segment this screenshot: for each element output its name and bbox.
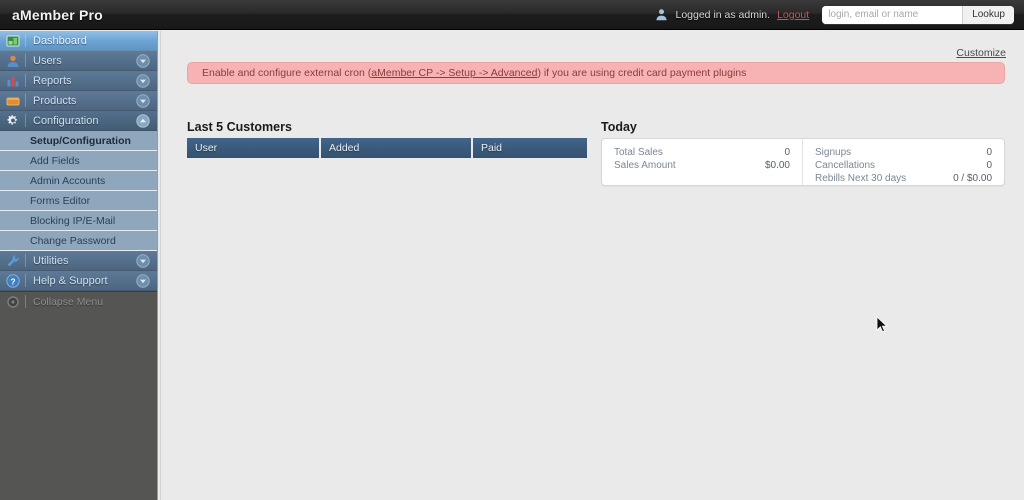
sidebar-subitem-add-fields[interactable]: Add Fields [0,151,157,171]
sidebar-item-label: Dashboard [33,34,87,47]
sidebar-subitem-change-password[interactable]: Change Password [0,231,157,251]
sidebar-item-label: Utilities [33,254,69,267]
sidebar-item-help-support[interactable]: ? Help & Support [0,271,157,291]
stat-value: 0 [986,160,992,171]
sidebar-item-label: Configuration [33,114,99,127]
stat-label: Cancellations [815,160,876,171]
header-right-group: Logged in as admin. Logout Lookup [655,5,1014,24]
chevron-down-icon[interactable] [136,73,150,88]
mouse-cursor [876,316,888,334]
users-icon [6,54,20,68]
stat-value: 0 [784,147,790,158]
collapse-menu-button[interactable]: Collapse Menu [0,291,157,311]
login-status-text: Logged in as admin. [675,8,771,21]
alert-config-link[interactable]: aMember CP -> Setup -> Advanced [371,67,537,79]
wrench-icon [6,254,20,268]
nav-divider [25,74,26,87]
svg-text:?: ? [10,276,15,286]
table-header-row: User Added Paid [187,138,587,158]
help-icon: ? [6,273,20,288]
sidebar-item-label: Users [33,54,62,67]
sidebar-subitem-forms-editor[interactable]: Forms Editor [0,191,157,211]
logout-link[interactable]: Logout [777,9,809,21]
dashboard-icon [6,34,20,48]
sidebar-subitem-setup-configuration[interactable]: Setup/Configuration [0,131,157,151]
user-icon [655,8,668,21]
stat-label: Rebills Next 30 days [815,173,907,184]
lookup-input[interactable] [822,5,963,24]
nav-divider [25,274,26,287]
nav-divider [25,54,26,67]
sidebar-subitem-label: Admin Accounts [30,174,106,187]
stat-value: 0 / $0.00 [953,173,992,184]
sidebar-navigation: Dashboard Users Reports Products Configu… [0,31,158,500]
sidebar-item-label: Help & Support [33,274,108,287]
reports-icon [6,74,20,88]
chevron-down-icon[interactable] [136,253,150,268]
sidebar-item-utilities[interactable]: Utilities [0,251,157,271]
sidebar-subitem-label: Setup/Configuration [30,134,131,147]
app-brand-title: aMember Pro [12,6,103,23]
sidebar-item-label: Reports [33,74,72,87]
last-customers-table: User Added Paid [187,138,587,158]
nav-divider [25,295,26,308]
stat-label: Total Sales [614,147,663,158]
nav-divider [25,254,26,267]
nav-divider [25,34,26,47]
sidebar-item-dashboard[interactable]: Dashboard [0,31,157,51]
sidebar-item-label: Products [33,94,77,107]
stat-label: Signups [815,147,852,158]
lookup-button[interactable]: Lookup [962,5,1014,24]
sidebar-subitem-label: Change Password [30,234,116,247]
collapse-icon [6,295,20,309]
chevron-down-icon[interactable] [136,93,150,108]
stat-signups: Signups 0 [815,146,992,159]
customize-link[interactable]: Customize [956,47,1006,59]
nav-divider [25,114,26,127]
today-sales-column: Total Sales 0 Sales Amount $0.00 [602,139,803,185]
column-header-added[interactable]: Added [321,138,473,158]
alert-text-after: ) if you are using credit card payment p… [537,67,747,79]
sidebar-subitem-admin-accounts[interactable]: Admin Accounts [0,171,157,191]
stat-value: 0 [986,147,992,158]
chevron-down-icon[interactable] [136,53,150,68]
column-header-paid[interactable]: Paid [473,138,587,158]
today-heading: Today [601,120,637,134]
top-header: aMember Pro Logged in as admin. Logout L… [0,0,1024,30]
column-header-user[interactable]: User [187,138,321,158]
gear-icon [6,114,20,128]
stat-cancellations: Cancellations 0 [815,159,992,172]
nav-divider [25,94,26,107]
sidebar-subitem-label: Blocking IP/E-Mail [30,214,116,227]
sidebar-subitem-blocking-ip-email[interactable]: Blocking IP/E-Mail [0,211,157,231]
main-content: Customize Enable and configure external … [160,31,1024,500]
stat-total-sales: Total Sales 0 [614,146,790,159]
cron-warning-alert: Enable and configure external cron (aMem… [187,62,1005,84]
sidebar-subitem-label: Add Fields [30,154,80,167]
alert-text-before: Enable and configure external cron ( [202,67,372,79]
collapse-menu-label: Collapse Menu [33,295,104,308]
sidebar-subitem-label: Forms Editor [30,194,91,207]
stat-sales-amount: Sales Amount $0.00 [614,159,790,172]
today-stats-panel: Total Sales 0 Sales Amount $0.00 Signups… [601,138,1005,186]
chevron-up-icon[interactable] [136,113,150,128]
stat-rebills-next-30-days: Rebills Next 30 days 0 / $0.00 [815,172,992,185]
sidebar-item-reports[interactable]: Reports [0,71,157,91]
products-icon [6,94,20,108]
sidebar-item-products[interactable]: Products [0,91,157,111]
stat-value: $0.00 [764,160,790,171]
stat-label: Sales Amount [614,160,676,171]
today-signups-column: Signups 0 Cancellations 0 Rebills Next 3… [803,139,1004,185]
sidebar-item-users[interactable]: Users [0,51,157,71]
sidebar-item-configuration[interactable]: Configuration [0,111,157,131]
lookup-search-group: Lookup [822,5,1014,24]
last-customers-heading: Last 5 Customers [187,120,292,134]
chevron-down-icon[interactable] [136,273,150,288]
